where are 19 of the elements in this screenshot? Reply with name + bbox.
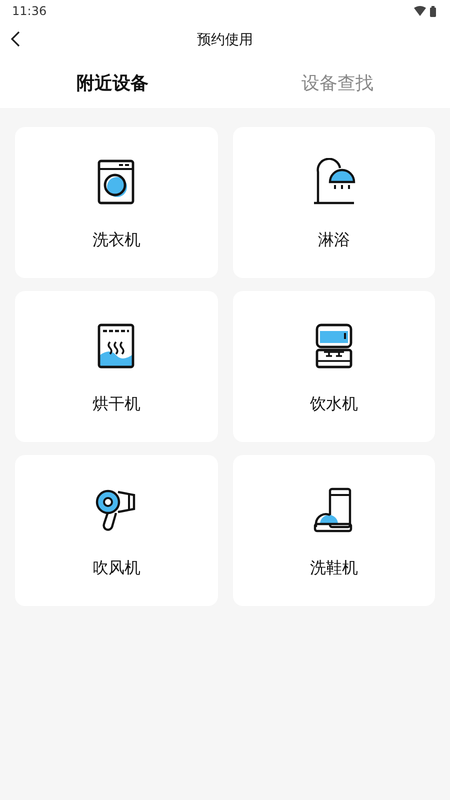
device-card[interactable]: 吹风机 [15, 455, 218, 606]
device-label: 烘干机 [92, 393, 140, 415]
device-card[interactable]: 洗鞋机 [232, 455, 435, 606]
device-label: 吹风机 [92, 557, 140, 579]
status-time: 11:36 [12, 3, 47, 20]
back-button[interactable] [10, 30, 22, 48]
device-label: 洗鞋机 [310, 557, 358, 579]
device-label: 洗衣机 [92, 229, 140, 251]
battery-icon [430, 6, 436, 16]
device-label: 饮水机 [310, 393, 358, 415]
tab[interactable]: 设备查找 [294, 66, 382, 100]
wifi-icon [414, 6, 426, 16]
tab[interactable]: 附近设备 [68, 66, 156, 100]
device-card[interactable]: 饮水机 [232, 291, 435, 442]
device-card[interactable]: 洗衣机 [15, 127, 218, 278]
device-card[interactable]: 烘干机 [15, 291, 218, 442]
device-label: 淋浴 [318, 229, 350, 251]
device-card[interactable]: 淋浴 [232, 127, 435, 278]
page-title: 预约使用 [197, 30, 253, 50]
